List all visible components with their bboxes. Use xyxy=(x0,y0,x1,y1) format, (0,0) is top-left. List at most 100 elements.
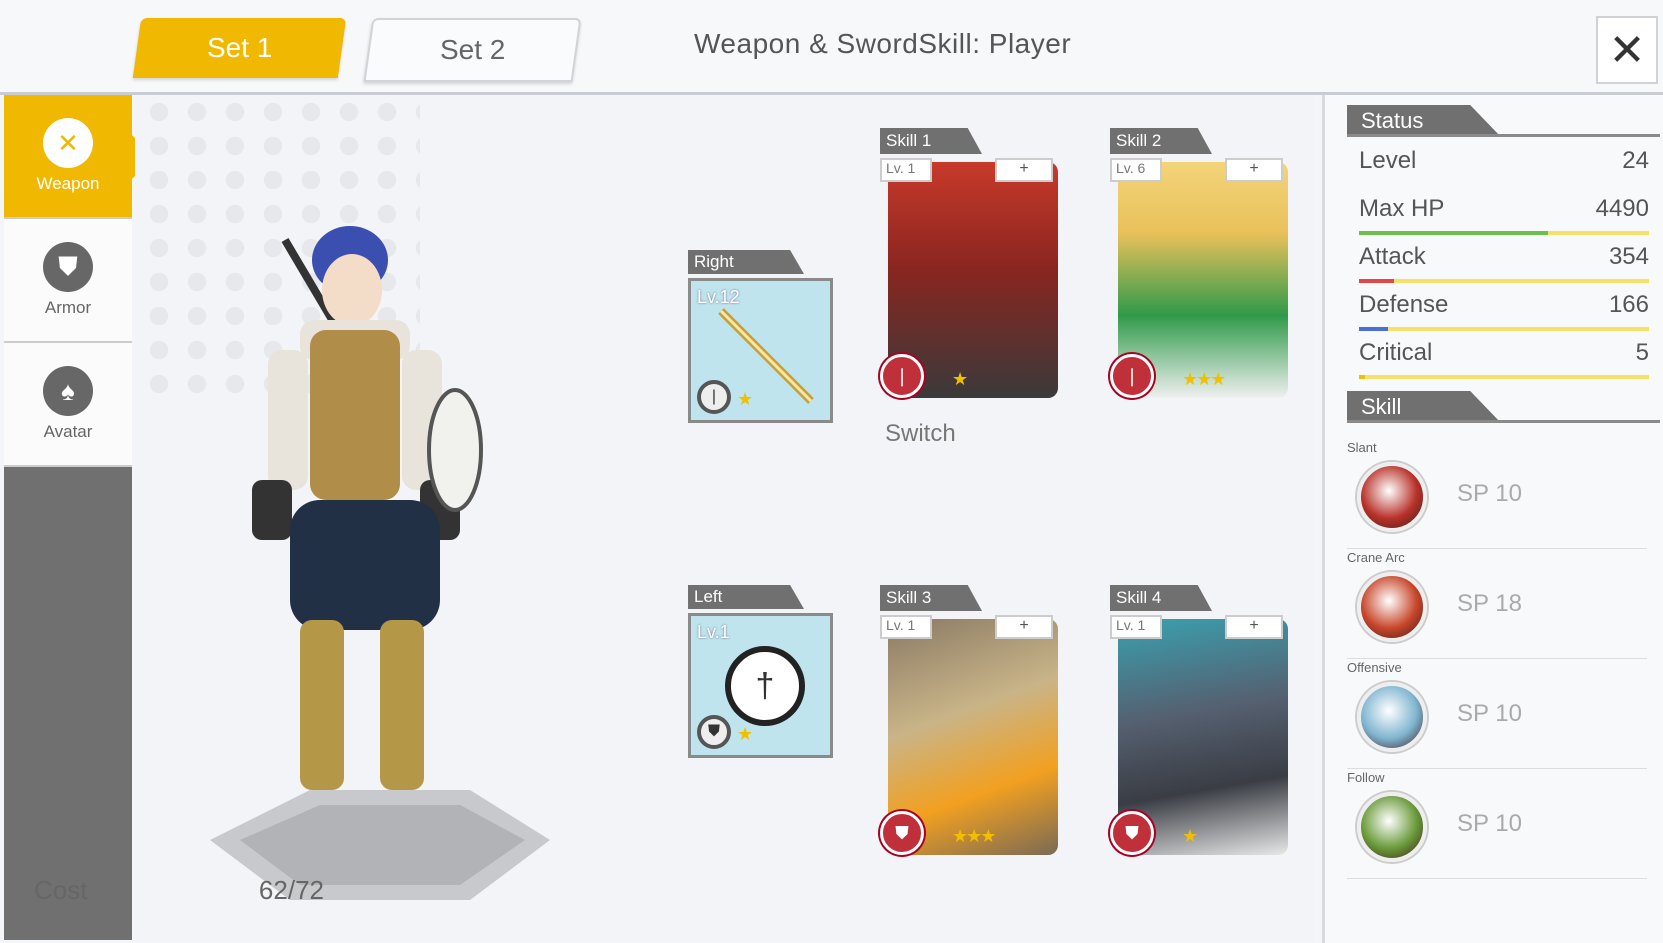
one-handed-icon: | xyxy=(697,380,731,414)
stat-max-hp: Max HP 4490 xyxy=(1359,195,1649,235)
stat-value: 24 xyxy=(1622,147,1649,174)
fire-element-icon: ❘ xyxy=(880,354,924,398)
shield-element-icon: ⛊ xyxy=(1110,811,1154,855)
close-button[interactable]: ✕ xyxy=(1596,16,1658,84)
stat-value: 354 xyxy=(1608,243,1649,270)
close-icon: ✕ xyxy=(1608,25,1646,75)
stat-label: Max HP xyxy=(1359,195,1445,222)
sidebar: ✕ Weapon ⛊ Armor ♠ Avatar xyxy=(4,95,154,940)
stat-value: 166 xyxy=(1608,291,1649,318)
stat-label: Defense xyxy=(1359,291,1449,318)
rarity-stars: ★★★ xyxy=(952,826,996,846)
skill-slot-1[interactable]: Skill 1 Lv. 1 + ❘ ★ xyxy=(880,128,1065,398)
skill-sp-cost: SP 10 xyxy=(1457,700,1522,727)
fire-element-icon: ❘ xyxy=(1110,354,1154,398)
cost-value: 62/72 xyxy=(258,875,324,905)
skill-name: Offensive xyxy=(1347,660,1402,675)
stat-critical: Critical 5 xyxy=(1359,339,1649,379)
stat-bar xyxy=(1359,279,1649,283)
skill-list-item-slant[interactable]: Slant SP 10 xyxy=(1347,440,1647,549)
slot-label-right: Right xyxy=(688,250,804,274)
skill-slot-3[interactable]: Skill 3 Lv. 1 + ⛊ ★★★ xyxy=(880,585,1065,855)
buckler-icon: † xyxy=(725,646,805,726)
skill-level: Lv. 1 xyxy=(880,615,932,639)
follow-skill-icon xyxy=(1357,792,1427,862)
status-divider xyxy=(1347,134,1660,137)
skill-sp-cost: SP 10 xyxy=(1457,810,1522,837)
right-panel: Status Level 24 Max HP 4490 Attack 354 D… xyxy=(1322,95,1663,943)
stat-bar-fill xyxy=(1359,279,1394,283)
skill-slot-label: Skill 2 xyxy=(1110,128,1212,154)
top-bar: Set 1 Set 2 Weapon & SwordSkill: Player … xyxy=(0,0,1663,95)
skill-list-item-follow[interactable]: Follow SP 10 xyxy=(1347,770,1647,879)
stat-value: 4490 xyxy=(1595,195,1649,222)
stat-bar-fill xyxy=(1359,231,1548,235)
sidebar-item-avatar[interactable]: ♠ Avatar xyxy=(4,343,132,467)
stat-bar-fill xyxy=(1359,327,1388,331)
rarity-stars: ★ xyxy=(952,369,968,389)
skill-plus-button[interactable]: + xyxy=(1225,615,1283,639)
stat-attack: Attack 354 xyxy=(1359,243,1649,283)
player-character-figure[interactable] xyxy=(190,200,570,920)
stat-defense: Defense 166 xyxy=(1359,291,1649,331)
skill-divider xyxy=(1347,420,1660,423)
skill-sp-cost: SP 18 xyxy=(1457,590,1522,617)
rarity-stars: ★ xyxy=(737,724,754,744)
sidebar-item-armor[interactable]: ⛊ Armor xyxy=(4,219,132,343)
weapon-slot-left[interactable]: Lv.1 † ⛊ ★ xyxy=(688,613,833,758)
skill-list-item-crane-arc[interactable]: Crane Arc SP 18 xyxy=(1347,550,1647,659)
stat-bar xyxy=(1359,231,1649,235)
skill-plus-button[interactable]: + xyxy=(1225,158,1283,182)
skill-slot-2[interactable]: Skill 2 Lv. 6 + ❘ ★★★ xyxy=(1110,128,1295,398)
stat-level: Level 24 xyxy=(1359,147,1649,187)
stat-bar xyxy=(1359,327,1649,331)
skill-slot-4[interactable]: Skill 4 Lv. 1 + ⛊ ★ xyxy=(1110,585,1295,855)
tab-set-1[interactable]: Set 1 xyxy=(132,18,347,78)
slot-label-left: Left xyxy=(688,585,804,609)
stat-bar xyxy=(1359,375,1649,379)
shield-icon: ⛊ xyxy=(43,242,93,292)
shield-element-icon: ⛊ xyxy=(880,811,924,855)
crossed-swords-icon: ✕ xyxy=(43,118,93,168)
sidebar-item-weapon[interactable]: ✕ Weapon xyxy=(4,95,154,219)
weapon-level: Lv.1 xyxy=(697,622,730,642)
skill-cost: Cost 62/72 xyxy=(34,875,324,906)
weapon-slot-right[interactable]: Lv.12 | ★ xyxy=(688,278,833,423)
stat-label: Attack xyxy=(1359,243,1426,270)
buff-skill-icon xyxy=(1357,682,1427,752)
stat-label: Level xyxy=(1359,147,1417,174)
stat-label: Critical xyxy=(1359,339,1433,366)
arc-skill-icon xyxy=(1357,572,1427,642)
tab-set-2[interactable]: Set 2 xyxy=(363,18,582,82)
switch-label: Switch xyxy=(885,420,956,447)
shirt-icon: ♠ xyxy=(43,366,93,416)
skill-level: Lv. 6 xyxy=(1110,158,1162,182)
skill-plus-button[interactable]: + xyxy=(995,158,1053,182)
status-header: Status xyxy=(1347,105,1501,137)
skill-plus-button[interactable]: + xyxy=(995,615,1053,639)
skill-list-item-offensive[interactable]: Offensive SP 10 xyxy=(1347,660,1647,769)
skill-slot-label: Skill 3 xyxy=(880,585,982,611)
rarity-stars: ★ xyxy=(1182,826,1198,846)
skill-level: Lv. 1 xyxy=(1110,615,1162,639)
slash-skill-icon xyxy=(1357,462,1427,532)
sidebar-item-label: Avatar xyxy=(43,422,93,441)
tab-set-2-label: Set 2 xyxy=(439,34,506,65)
skill-name: Crane Arc xyxy=(1347,550,1405,565)
stat-bar-fill xyxy=(1359,375,1365,379)
shield-badge-icon: ⛊ xyxy=(697,715,731,749)
sidebar-item-label: Weapon xyxy=(36,174,100,193)
skill-header: Skill xyxy=(1347,391,1501,423)
skill-level: Lv. 1 xyxy=(880,158,932,182)
skill-slot-label: Skill 1 xyxy=(880,128,982,154)
skill-sp-cost: SP 10 xyxy=(1457,480,1522,507)
skill-name: Slant xyxy=(1347,440,1377,455)
sidebar-item-label: Armor xyxy=(44,298,92,317)
cost-label: Cost xyxy=(34,875,88,905)
rarity-stars: ★★★ xyxy=(1182,369,1226,389)
stat-value: 5 xyxy=(1635,339,1649,366)
page-title: Weapon & SwordSkill: Player xyxy=(694,28,1072,59)
rarity-stars: ★ xyxy=(737,389,754,409)
skill-slot-label: Skill 4 xyxy=(1110,585,1212,611)
tab-set-1-label: Set 1 xyxy=(206,32,273,63)
